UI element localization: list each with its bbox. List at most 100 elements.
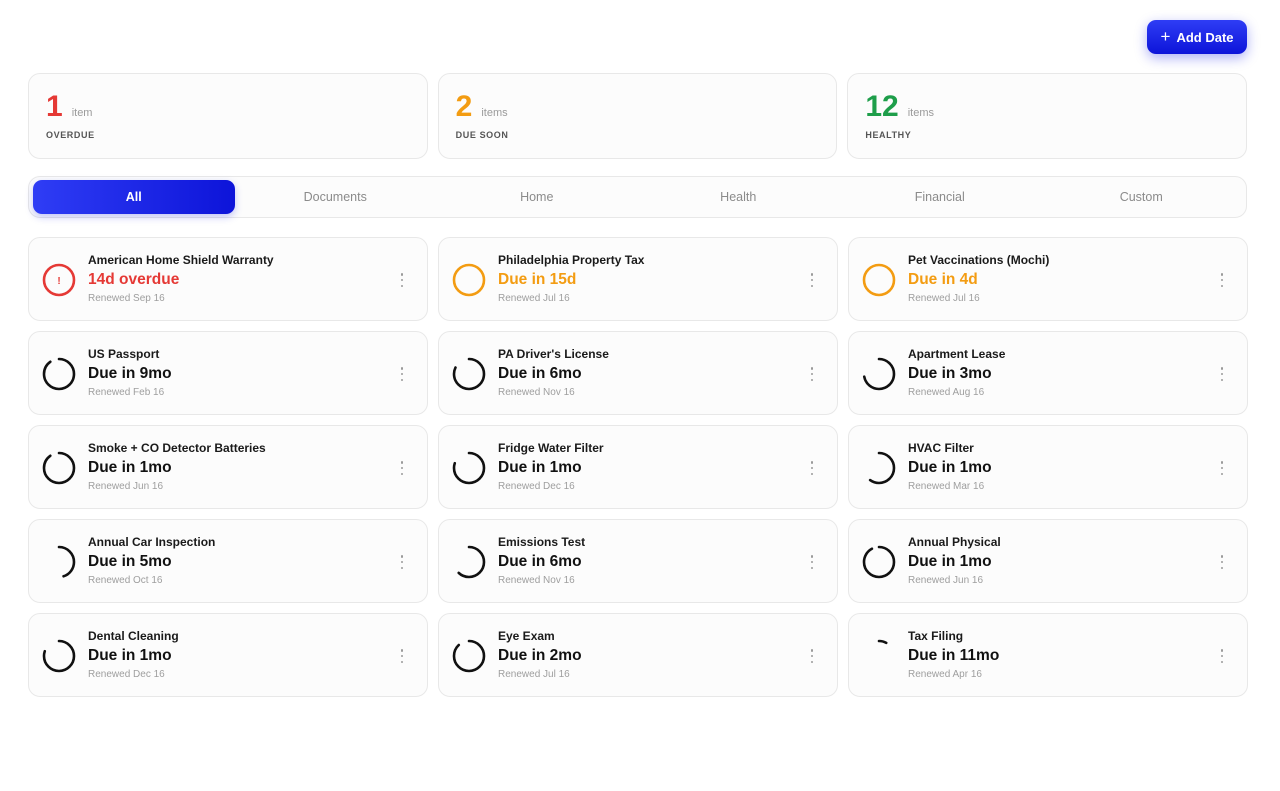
item-renewed-date: Renewed Jun 16 — [908, 575, 984, 586]
item-card[interactable]: Dental Cleaning Due in 1mo Renewed Dec 16 — [28, 613, 428, 697]
more-options-icon[interactable] — [1217, 461, 1227, 475]
progress-arc — [452, 451, 486, 485]
more-options-icon[interactable] — [397, 461, 407, 475]
more-options-icon[interactable] — [807, 649, 817, 663]
item-renewed-date: Renewed Aug 16 — [908, 387, 985, 398]
progress-ring-icon — [452, 357, 486, 391]
item-renewed-date: Renewed Apr 16 — [908, 669, 982, 680]
item-card[interactable]: Fridge Water Filter Due in 1mo Renewed Dec… — [438, 425, 838, 509]
progress-arc — [42, 451, 76, 485]
item-card[interactable]: HVAC Filter Due in 1mo Renewed Mar 16 — [848, 425, 1248, 509]
item-title: Emissions Test — [498, 535, 586, 549]
item-due-status: Due in 11mo — [908, 647, 1000, 664]
more-options-icon[interactable] — [1217, 367, 1227, 381]
more-options-icon[interactable] — [807, 461, 817, 475]
item-title: Dental Cleaning — [88, 629, 179, 643]
item-card[interactable]: Eye Exam Due in 2mo Renewed Jul 16 — [438, 613, 838, 697]
stat-label: OVERDUE — [46, 130, 95, 140]
progress-ring-icon — [42, 357, 76, 391]
tab-home[interactable]: Home — [436, 180, 638, 214]
item-due-status: Due in 6mo — [498, 553, 582, 570]
item-due-status: Due in 6mo — [498, 365, 582, 382]
item-title: PA Driver's License — [498, 347, 609, 361]
item-renewed-date: Renewed Dec 16 — [498, 481, 575, 492]
stat-label: DUE SOON — [455, 130, 509, 140]
stat-card-overdue: 1 item OVERDUE — [28, 73, 428, 159]
progress-arc — [452, 545, 486, 579]
tab-documents[interactable]: Documents — [235, 180, 437, 214]
more-options-icon[interactable] — [807, 367, 817, 381]
progress-arc — [452, 263, 486, 297]
stat-unit: items — [481, 107, 508, 119]
stat-unit: item — [71, 107, 93, 119]
item-title: Apartment Lease — [908, 347, 1006, 361]
progress-ring-icon — [452, 545, 486, 579]
item-card[interactable]: Annual Car Inspection Due in 5mo Renewed O… — [28, 519, 428, 603]
item-renewed-date: Renewed Jun 16 — [88, 481, 164, 492]
item-card[interactable]: ! American Home Shield Warranty 14d overdu… — [28, 237, 428, 321]
tab-health[interactable]: Health — [638, 180, 840, 214]
item-card[interactable]: Pet Vaccinations (Mochi) Due in 4d Renewed… — [848, 237, 1248, 321]
progress-arc — [452, 357, 486, 391]
item-renewed-date: Renewed Mar 16 — [908, 481, 985, 492]
item-card[interactable]: Tax Filing Due in 11mo Renewed Apr 16 — [848, 613, 1248, 697]
item-title: HVAC Filter — [908, 441, 974, 455]
progress-arc — [862, 545, 896, 579]
more-options-icon[interactable] — [397, 367, 407, 381]
plus-icon: + — [1160, 27, 1171, 46]
item-card[interactable]: PA Driver's License Due in 6mo Renewed Nov… — [438, 331, 838, 415]
tab-all[interactable]: All — [33, 180, 235, 214]
item-due-status: Due in 5mo — [88, 553, 172, 570]
progress-arc — [42, 357, 76, 391]
item-card[interactable]: Emissions Test Due in 6mo Renewed Nov 16 — [438, 519, 838, 603]
more-options-icon[interactable] — [397, 273, 407, 287]
item-due-status: Due in 1mo — [908, 459, 992, 476]
stat-unit: items — [907, 107, 934, 119]
item-title: Philadelphia Property Tax — [498, 253, 645, 267]
more-options-icon[interactable] — [807, 273, 817, 287]
progress-ring-icon — [452, 263, 486, 297]
more-options-icon[interactable] — [807, 555, 817, 569]
more-options-icon[interactable] — [1217, 273, 1227, 287]
item-due-status: Due in 1mo — [88, 459, 172, 476]
progress-ring-icon — [862, 357, 896, 391]
category-tabs: All Documents Home Health Financial Custom — [28, 176, 1247, 218]
progress-ring-icon — [862, 639, 896, 673]
item-due-status: Due in 1mo — [88, 647, 172, 664]
item-title: American Home Shield Warranty — [88, 253, 274, 267]
item-due-status: Due in 3mo — [908, 365, 992, 382]
item-renewed-date: Renewed Dec 16 — [88, 669, 165, 680]
item-renewed-date: Renewed Jul 16 — [498, 293, 570, 304]
progress-ring-icon — [862, 545, 896, 579]
item-renewed-date: Renewed Jul 16 — [908, 293, 980, 304]
tab-custom[interactable]: Custom — [1041, 180, 1243, 214]
more-options-icon[interactable] — [397, 555, 407, 569]
progress-arc — [42, 639, 76, 673]
item-title: Annual Physical — [908, 535, 1001, 549]
item-due-status: 14d overdue — [88, 271, 180, 288]
tab-financial[interactable]: Financial — [839, 180, 1041, 214]
item-due-status: Due in 15d — [498, 271, 577, 288]
progress-ring-icon — [862, 451, 896, 485]
items-grid: ! American Home Shield Warranty 14d overdu… — [28, 237, 1248, 697]
progress-ring-icon — [42, 545, 76, 579]
exclamation-glyph: ! — [57, 276, 60, 287]
item-card[interactable]: Annual Physical Due in 1mo Renewed Jun 16 — [848, 519, 1248, 603]
item-card[interactable]: Apartment Lease Due in 3mo Renewed Aug 16 — [848, 331, 1248, 415]
item-card[interactable]: Smoke + CO Detector Batteries Due in 1mo R… — [28, 425, 428, 509]
progress-ring-icon — [452, 451, 486, 485]
more-options-icon[interactable] — [1217, 649, 1227, 663]
item-due-status: Due in 2mo — [498, 647, 582, 664]
item-renewed-date: Renewed Sep 16 — [88, 293, 165, 304]
item-card[interactable]: US Passport Due in 9mo Renewed Feb 16 — [28, 331, 428, 415]
item-title: Tax Filing — [908, 629, 964, 643]
more-options-icon[interactable] — [1217, 555, 1227, 569]
item-card[interactable]: Philadelphia Property Tax Due in 15d Renew… — [438, 237, 838, 321]
progress-arc — [42, 545, 76, 579]
more-options-icon[interactable] — [397, 649, 407, 663]
item-title: Fridge Water Filter — [498, 441, 604, 455]
add-date-button[interactable]: + Add Date — [1147, 20, 1247, 54]
item-title: Eye Exam — [498, 629, 555, 643]
stat-count: 2 — [455, 90, 473, 123]
progress-arc — [862, 451, 896, 485]
